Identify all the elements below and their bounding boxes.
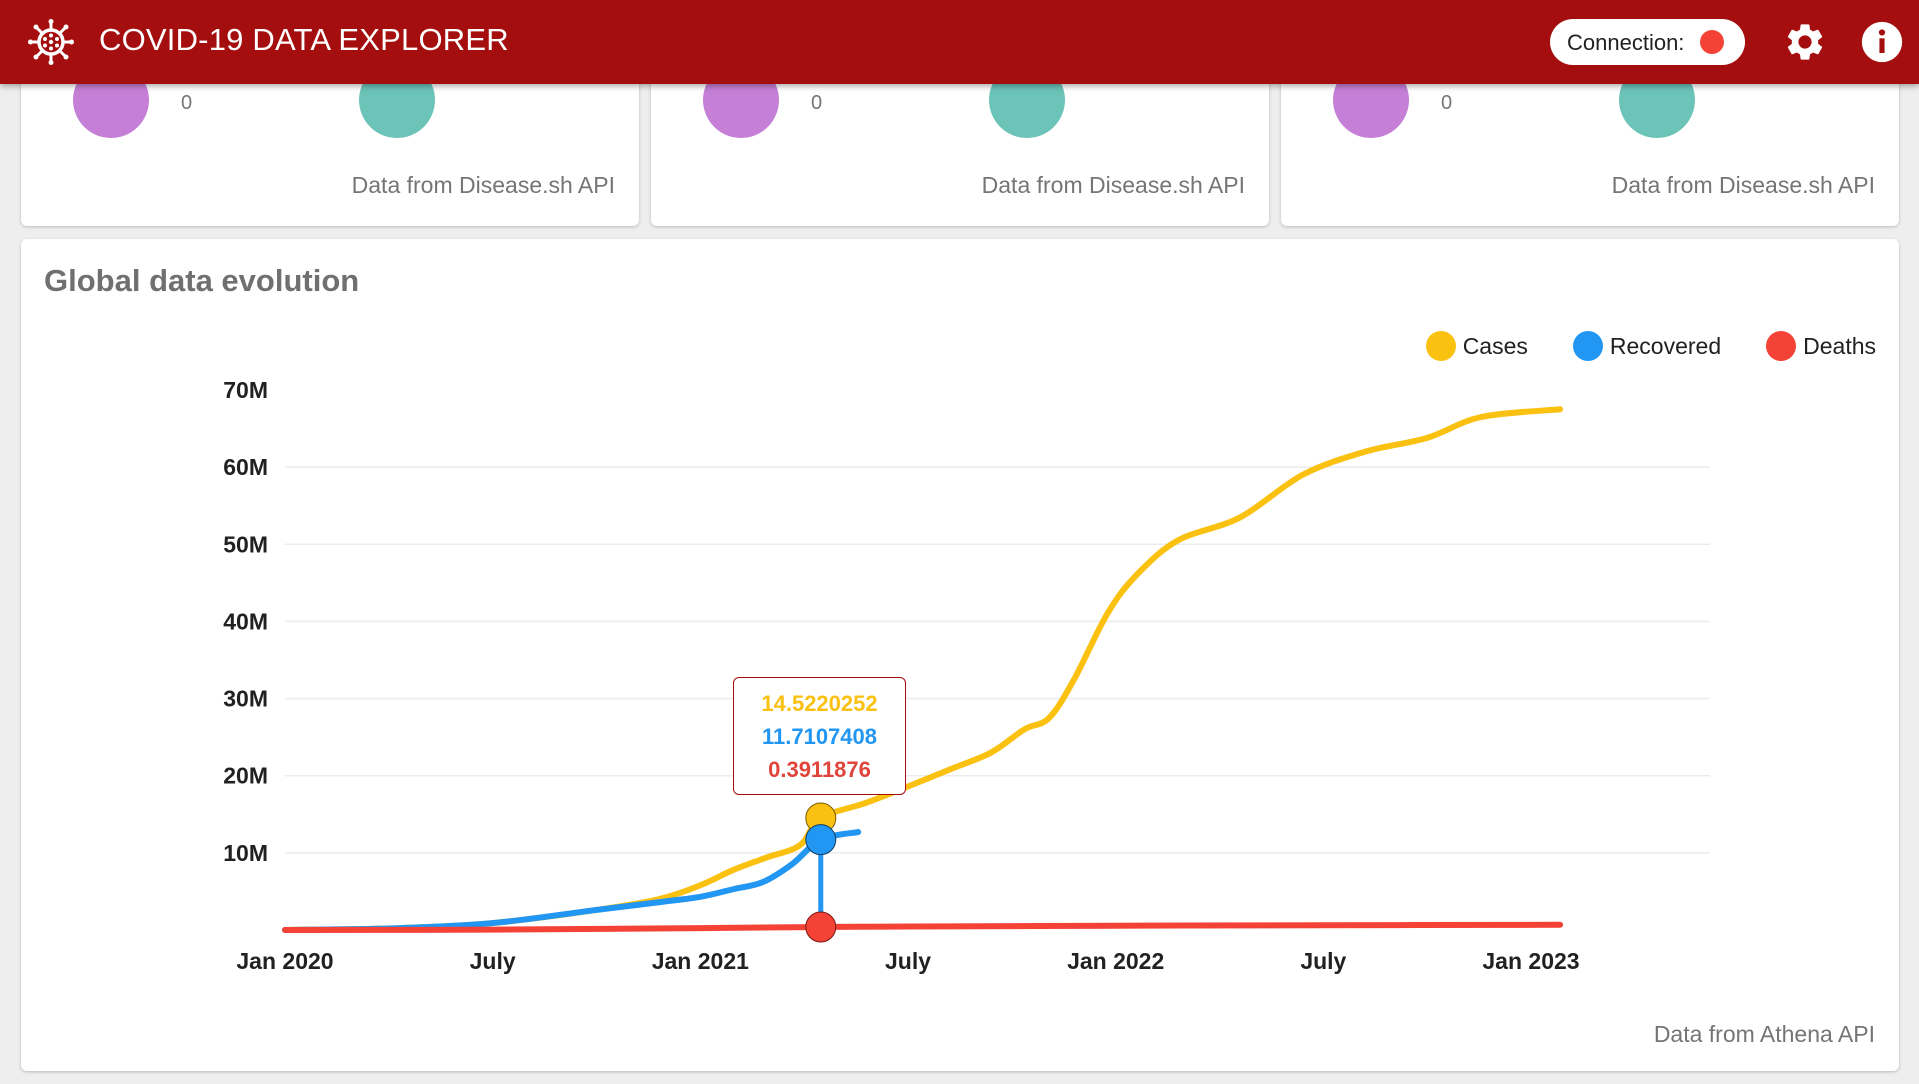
x-tick-label: Jan 2023 bbox=[1482, 948, 1579, 974]
y-tick-label: 20M bbox=[223, 763, 268, 789]
app-bar: COVID-19 DATA EXPLORER Connection: bbox=[0, 0, 1919, 84]
highlight-point-deaths bbox=[805, 911, 837, 943]
highlight-point-recovered bbox=[805, 824, 837, 856]
chart-tooltip: 14.5220252 11.7107408 0.3911876 bbox=[733, 677, 906, 795]
connection-label: Connection: bbox=[1567, 30, 1685, 55]
line-chart[interactable]: 10M 20M 30M 40M 50M 60M 70M Jan 2020 July Jan 202… bbox=[21, 239, 1899, 1071]
x-tick-label: Jan 2020 bbox=[236, 948, 333, 974]
x-tick-label: July bbox=[470, 948, 516, 974]
y-tick-label: 50M bbox=[223, 531, 268, 557]
stat-source: Data from Disease.sh API bbox=[981, 172, 1245, 198]
stat-value: 0 bbox=[811, 92, 823, 114]
stat-card: 0 Data from Disease.sh API bbox=[651, 60, 1269, 226]
y-tick-label: 40M bbox=[223, 608, 268, 634]
y-tick-label: 60M bbox=[223, 454, 268, 480]
connection-status-dot bbox=[1700, 30, 1724, 54]
stat-card: 0 Data from Disease.sh API bbox=[1281, 60, 1899, 226]
series-line-cases bbox=[282, 406, 1564, 933]
tooltip-deaths-value: 0.3911876 bbox=[768, 757, 871, 782]
x-tick-label: Jan 2021 bbox=[652, 948, 749, 974]
x-tick-label: July bbox=[885, 948, 931, 974]
app-title: COVID-19 DATA EXPLORER bbox=[99, 22, 509, 57]
chart-card: Global data evolution Cases Recovered Deat… bbox=[21, 239, 1899, 1071]
stat-value: 0 bbox=[181, 92, 193, 114]
virus-icon bbox=[28, 19, 74, 65]
connection-status[interactable]: Connection: bbox=[1550, 19, 1745, 65]
y-tick-label: 70M bbox=[223, 377, 268, 403]
stat-source: Data from Disease.sh API bbox=[1611, 172, 1875, 198]
stat-value: 0 bbox=[1441, 92, 1453, 114]
info-icon[interactable] bbox=[1860, 20, 1904, 64]
tooltip-recovered-value: 11.7107408 bbox=[761, 724, 878, 749]
x-tick-label: Jan 2022 bbox=[1067, 948, 1164, 974]
y-tick-label: 10M bbox=[223, 840, 268, 866]
tooltip-cases-value: 14.5220252 bbox=[761, 691, 878, 716]
series-line-recovered bbox=[282, 829, 862, 933]
gear-icon[interactable] bbox=[1783, 20, 1827, 64]
stat-card: 0 Data from Disease.sh API bbox=[21, 60, 639, 226]
x-tick-label: July bbox=[1300, 948, 1346, 974]
chart-source: Data from Athena API bbox=[1653, 1021, 1875, 1047]
y-tick-label: 30M bbox=[223, 686, 268, 712]
stat-source: Data from Disease.sh API bbox=[351, 172, 615, 198]
